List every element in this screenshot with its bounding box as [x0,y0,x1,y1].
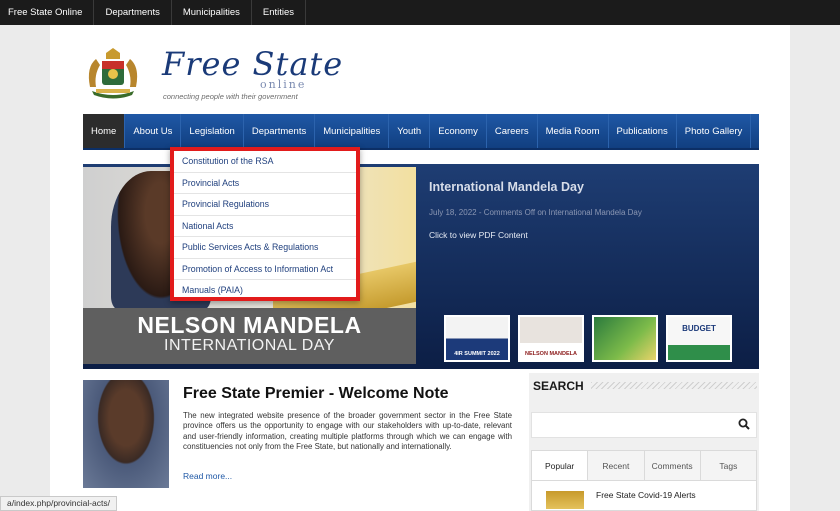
tab-tags[interactable]: Tags [700,451,756,480]
slide-thumbnail[interactable]: 4IR SUMMIT 2022 [444,315,510,362]
slide-thumbnail[interactable]: BUDGET [666,315,732,362]
menu-item-public-services-acts[interactable]: Public Services Acts & Regulations [174,237,356,259]
slide-banner-line1: NELSON MANDELA [137,312,362,338]
nav-departments[interactable]: Departments [244,114,316,148]
logo-subtitle: online [260,78,307,91]
search-icon[interactable] [738,418,750,430]
heading-divider [591,382,757,389]
welcome-title[interactable]: Free State Premier - Welcome Note [183,385,449,403]
nav-economy[interactable]: Economy [430,114,487,148]
menu-item-provincial-regulations[interactable]: Provincial Regulations [174,194,356,216]
nav-publications[interactable]: Publications [609,114,677,148]
nav-youth[interactable]: Youth [389,114,431,148]
topbar-link-free-state-online[interactable]: Free State Online [0,0,95,25]
topbar-link-entities[interactable]: Entities [252,0,307,25]
tab-recent[interactable]: Recent [588,451,645,480]
thumbnail-label: 4IR SUMMIT 2022 [454,351,500,357]
status-bar-url: a/index.php/provincial-acts/ [0,496,118,511]
menu-item-paia-manuals[interactable]: Manuals (PAIA) [174,280,356,302]
slide-meta: July 18, 2022 - Comments Off on Internat… [429,208,642,217]
tab-popular[interactable]: Popular [532,451,589,480]
slide-thumbnail[interactable] [592,315,658,362]
main-navigation: Home About Us Legislation Departments Mu… [83,114,759,150]
premier-photo[interactable] [83,380,169,488]
list-item-thumbnail [546,491,584,509]
slide-title[interactable]: International Mandela Day [429,180,584,194]
tab-comments[interactable]: Comments [644,451,701,480]
sidebar-tabs: Popular Recent Comments Tags Free State … [531,450,757,511]
logo-title: Free State [162,45,344,83]
nav-home[interactable]: Home [83,114,126,148]
list-item-title[interactable]: Free State Covid-19 Alerts [596,490,696,500]
page-container: Free State online connecting people with… [50,25,790,511]
legislation-dropdown-menu: Constitution of the RSA Provincial Acts … [170,147,360,301]
menu-item-national-acts[interactable]: National Acts [174,216,356,237]
nav-photo-gallery[interactable]: Photo Gallery [677,114,752,148]
menu-item-paia[interactable]: Promotion of Access to Information Act [174,259,356,280]
slide-thumbnail[interactable]: NELSON MANDELA [518,315,584,362]
thumbnail-label: NELSON MANDELA [525,351,577,357]
topbar-link-municipalities[interactable]: Municipalities [172,0,252,25]
coat-of-arms-icon [88,48,138,99]
slide-banner: NELSON MANDELA INTERNATIONAL DAY [83,308,416,364]
menu-item-provincial-acts[interactable]: Provincial Acts [174,173,356,194]
topbar-link-departments[interactable]: Departments [94,0,172,25]
site-logo[interactable]: Free State online connecting people with… [82,45,342,103]
slide-pdf-link[interactable]: Click to view PDF Content [429,230,528,240]
read-more-link[interactable]: Read more... [183,471,232,481]
nav-municipalities[interactable]: Municipalities [315,114,390,148]
slide-banner-line2: INTERNATIONAL DAY [164,337,335,354]
welcome-body: The new integrated website presence of t… [183,411,512,451]
top-navbar: Free State Online Departments Municipali… [0,0,840,25]
logo-tagline: connecting people with their government [163,92,298,101]
search-input[interactable] [531,412,757,438]
slide-thumbnails: 4IR SUMMIT 2022 NELSON MANDELA BUDGET [444,315,732,362]
nav-legislation[interactable]: Legislation [181,114,244,148]
nav-careers[interactable]: Careers [487,114,538,148]
search-heading: SEARCH [533,379,584,393]
menu-item-constitution[interactable]: Constitution of the RSA [174,151,356,173]
nav-media-room[interactable]: Media Room [538,114,609,148]
list-item[interactable]: Free State Covid-19 Alerts [546,490,696,509]
nav-about-us[interactable]: About Us [125,114,182,148]
sidebar: SEARCH Popular Recent Comments Tags Free… [529,373,759,511]
thumbnail-label: BUDGET [682,324,716,333]
